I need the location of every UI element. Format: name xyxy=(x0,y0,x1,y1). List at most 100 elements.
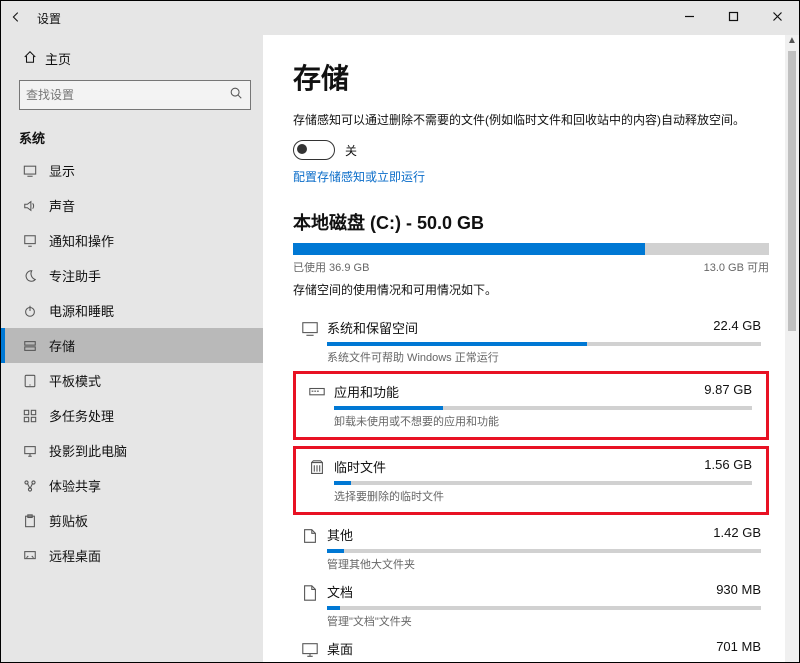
storage-category-other-row[interactable]: 其他 1.42 GB 管理其他大文件夹 xyxy=(293,521,769,578)
maximize-button[interactable] xyxy=(711,1,755,31)
sidebar-item-label: 多任务处理 xyxy=(49,406,114,425)
search-box[interactable] xyxy=(19,80,251,110)
remote-icon xyxy=(23,549,49,563)
storage-category-system-row[interactable]: 系统和保留空间 22.4 GB 系统文件可帮助 Windows 正常运行 xyxy=(293,314,769,371)
power-icon xyxy=(23,304,49,318)
configure-storage-sense-link[interactable]: 配置存储感知或立即运行 xyxy=(293,168,769,185)
disk-used-label: 已使用 36.9 GB xyxy=(293,259,369,275)
apps-icon xyxy=(300,382,334,402)
sidebar-item-sound[interactable]: 声音 xyxy=(1,188,263,223)
storage-category-desktop-row[interactable]: 桌面701 MB管理"桌面"文件夹 xyxy=(293,635,769,662)
category-sub: 管理"文档"文件夹 xyxy=(327,613,761,629)
other-icon xyxy=(293,525,327,545)
sidebar-item-project[interactable]: 投影到此电脑 xyxy=(1,433,263,468)
multitask-icon xyxy=(23,409,49,423)
sidebar-item-label: 存储 xyxy=(49,336,75,355)
sidebar-item-label: 专注助手 xyxy=(49,266,101,285)
category-name: 文档 xyxy=(327,582,353,601)
category-bar xyxy=(327,549,761,553)
tablet-icon xyxy=(23,374,49,388)
docs-icon xyxy=(293,582,327,602)
storage-icon xyxy=(23,339,49,353)
storage-sense-description: 存储感知可以通过删除不需要的文件(例如临时文件和回收站中的内容)自动释放空间。 xyxy=(293,111,769,130)
search-input[interactable] xyxy=(20,88,222,102)
category-name: 系统和保留空间 xyxy=(327,318,418,337)
storage-category-temp-highlight[interactable]: 临时文件 1.56 GB 选择要删除的临时文件 xyxy=(293,446,769,515)
category-bar xyxy=(334,481,752,485)
sidebar-item-label: 通知和操作 xyxy=(49,231,114,250)
sidebar-item-label: 体验共享 xyxy=(49,476,101,495)
section-header-system: 系统 xyxy=(1,118,263,153)
category-bar xyxy=(327,342,761,346)
category-bar xyxy=(327,606,761,610)
category-size: 1.42 GB xyxy=(713,525,761,544)
sidebar-item-notifications[interactable]: 通知和操作 xyxy=(1,223,263,258)
minimize-button[interactable] xyxy=(667,1,711,31)
sidebar-nav: 显示声音通知和操作专注助手电源和睡眠存储平板模式多任务处理投影到此电脑体验共享剪… xyxy=(1,153,263,573)
category-size: 930 MB xyxy=(716,582,761,601)
search-icon xyxy=(222,86,250,105)
disk-usage-bar xyxy=(293,243,769,255)
home-label: 主页 xyxy=(45,49,71,68)
category-size: 9.87 GB xyxy=(704,382,752,401)
project-icon xyxy=(23,444,49,458)
scroll-up-icon[interactable]: ▲ xyxy=(785,35,799,51)
system-icon xyxy=(293,318,327,338)
settings-window: 设置 主页 xyxy=(0,0,800,663)
category-sub: 选择要删除的临时文件 xyxy=(334,488,752,504)
monitor-icon xyxy=(23,164,49,178)
close-button[interactable] xyxy=(755,1,799,31)
moon-icon xyxy=(23,269,49,283)
category-name: 桌面 xyxy=(327,639,353,658)
window-caption: 设置 xyxy=(31,10,61,27)
disk-free-label: 13.0 GB 可用 xyxy=(704,259,769,275)
sidebar-item-remote[interactable]: 远程桌面 xyxy=(1,538,263,573)
sidebar-item-label: 平板模式 xyxy=(49,371,101,390)
sidebar-item-power[interactable]: 电源和睡眠 xyxy=(1,293,263,328)
sidebar-item-shared[interactable]: 体验共享 xyxy=(1,468,263,503)
sidebar-item-multitask[interactable]: 多任务处理 xyxy=(1,398,263,433)
category-bar xyxy=(334,406,752,410)
content-scrollbar[interactable]: ▲ xyxy=(785,35,799,662)
sidebar-item-storage[interactable]: 存储 xyxy=(1,328,263,363)
sidebar-item-label: 投影到此电脑 xyxy=(49,441,127,460)
back-button[interactable] xyxy=(1,10,31,27)
storage-category-docs-row[interactable]: 文档 930 MB 管理"文档"文件夹 xyxy=(293,578,769,635)
sound-icon xyxy=(23,199,49,213)
sidebar-item-label: 远程桌面 xyxy=(49,546,101,565)
category-size: 1.56 GB xyxy=(704,457,752,476)
sidebar-item-label: 声音 xyxy=(49,196,75,215)
sidebar-item-tablet[interactable]: 平板模式 xyxy=(1,363,263,398)
window-controls xyxy=(667,1,799,31)
category-size: 701 MB xyxy=(716,639,761,658)
scroll-thumb[interactable] xyxy=(788,51,796,331)
sidebar-item-label: 剪贴板 xyxy=(49,511,88,530)
home-nav[interactable]: 主页 xyxy=(1,41,263,76)
category-sub: 卸载未使用或不想要的应用和功能 xyxy=(334,413,752,429)
category-name: 其他 xyxy=(327,525,353,544)
storage-sense-toggle[interactable] xyxy=(293,140,335,160)
sidebar-item-clipboard[interactable]: 剪贴板 xyxy=(1,503,263,538)
desktop-icon xyxy=(293,639,327,659)
titlebar: 设置 xyxy=(1,1,799,35)
sidebar-item-label: 电源和睡眠 xyxy=(49,301,114,320)
temp-icon xyxy=(300,457,334,477)
category-sub: 系统文件可帮助 Windows 正常运行 xyxy=(327,349,761,365)
breakdown-note: 存储空间的使用情况和可用情况如下。 xyxy=(293,281,769,298)
sidebar-item-focus[interactable]: 专注助手 xyxy=(1,258,263,293)
storage-category-apps-highlight[interactable]: 应用和功能 9.87 GB 卸载未使用或不想要的应用和功能 xyxy=(293,371,769,440)
home-icon xyxy=(23,50,45,67)
category-name: 应用和功能 xyxy=(334,382,399,401)
shared-icon xyxy=(23,479,49,493)
category-name: 临时文件 xyxy=(334,457,386,476)
disk-title: 本地磁盘 (C:) - 50.0 GB xyxy=(293,209,769,235)
content-area: 存储 存储感知可以通过删除不需要的文件(例如临时文件和回收站中的内容)自动释放空… xyxy=(263,35,799,662)
category-size: 22.4 GB xyxy=(713,318,761,337)
sidebar: 主页 系统 显示声音通知和操作专注助手电源和睡眠存储平板模式多任务处理投影到此电… xyxy=(1,35,263,662)
sidebar-item-display[interactable]: 显示 xyxy=(1,153,263,188)
clipboard-icon xyxy=(23,514,49,528)
page-title: 存储 xyxy=(293,57,769,97)
storage-sense-toggle-label: 关 xyxy=(345,142,357,159)
notify-icon xyxy=(23,234,49,248)
category-sub: 管理其他大文件夹 xyxy=(327,556,761,572)
